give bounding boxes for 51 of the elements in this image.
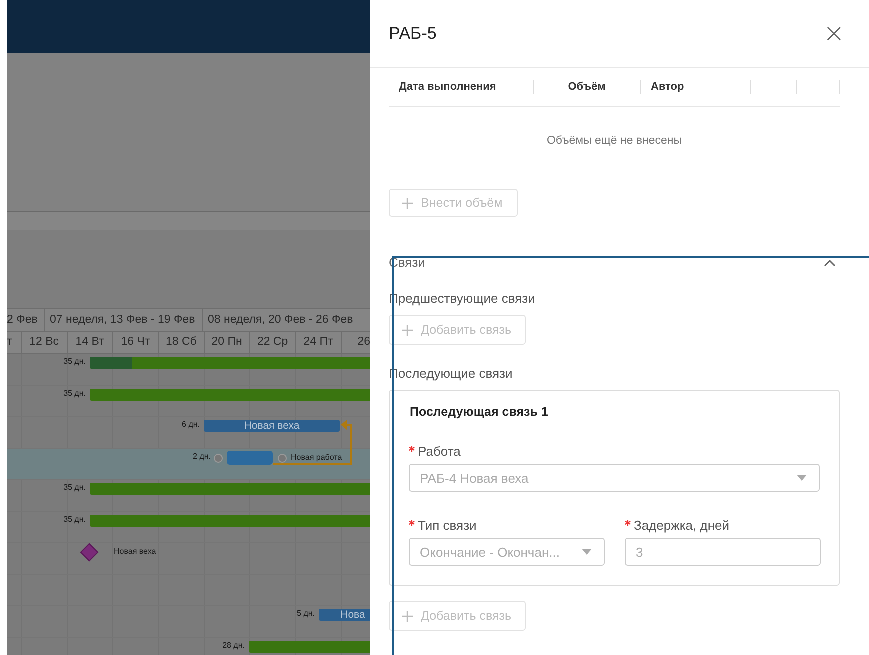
column-header: Дата выполнения [389, 80, 534, 94]
day-header: 12 Вс [22, 332, 68, 353]
day-header: 22 Ср [250, 332, 296, 353]
day-header: 18 Сб [159, 332, 205, 353]
gantt-bar[interactable]: Нова [319, 609, 370, 621]
gantt-bar[interactable] [249, 640, 370, 652]
column-header: Автор [641, 80, 751, 94]
dropdown-arrow-icon [797, 475, 807, 481]
week-header: 2 Фев [7, 309, 45, 331]
task-label: Новая работа [291, 452, 342, 464]
field-label: Работа [418, 444, 461, 459]
gantt-row[interactable]: 35 дн. [7, 512, 370, 543]
duration-label: 35 дн. [62, 388, 86, 400]
duration-label: 35 дн. [62, 356, 86, 368]
gantt-bar[interactable] [90, 483, 370, 495]
close-button[interactable]: × [819, 20, 849, 46]
day-header: 14 Вт [68, 332, 114, 353]
week-header: 07 неделя, 13 Фев - 19 Фев [45, 309, 203, 331]
caret-icon[interactable] [824, 258, 836, 266]
gantt-bar[interactable] [90, 514, 370, 526]
duration-label: 6 дн. [181, 419, 200, 431]
column-header: Объём [534, 80, 641, 94]
field-label: Задержка, дней [634, 518, 730, 533]
plus-icon [402, 324, 413, 336]
day-header: 20 Пн [204, 332, 250, 353]
gantt-row[interactable]: 2 дн. Новая работа [7, 448, 370, 480]
day-header: 16 Чт [113, 332, 160, 353]
day-header: 24 Пт [296, 332, 342, 353]
dropdown-arrow-icon [582, 549, 592, 555]
plus-icon [402, 198, 413, 208]
plus-icon [402, 610, 413, 622]
gantt-row[interactable]: 35 дн. [7, 480, 370, 512]
card-title: Последующая связь 1 [410, 405, 550, 419]
empty-message: Объёмы ещё не внесены [546, 135, 684, 147]
panel-title: РАБ-5 [389, 24, 437, 44]
duration-label: 5 дн. [296, 608, 315, 620]
task-bar[interactable] [227, 450, 273, 464]
gantt-row[interactable]: Новая веха [7, 543, 370, 574]
gantt-bar[interactable] [90, 357, 370, 369]
duration-label: 28 дн. [222, 640, 245, 652]
field-label: Тип связи [418, 518, 477, 533]
duration-label: 35 дн. [62, 514, 86, 526]
duration-label: 2 дн. [192, 450, 211, 462]
link-handle[interactable] [214, 454, 223, 462]
gantt-bar[interactable] [90, 388, 370, 400]
day-header: т [7, 332, 22, 353]
gantt-bar[interactable]: Новая веха [204, 420, 340, 432]
link-handle[interactable] [278, 454, 287, 462]
duration-label: 35 дн. [62, 482, 86, 494]
milestone-label: Новая веха [114, 546, 156, 558]
gantt-row[interactable]: 35 дн. [7, 386, 370, 417]
